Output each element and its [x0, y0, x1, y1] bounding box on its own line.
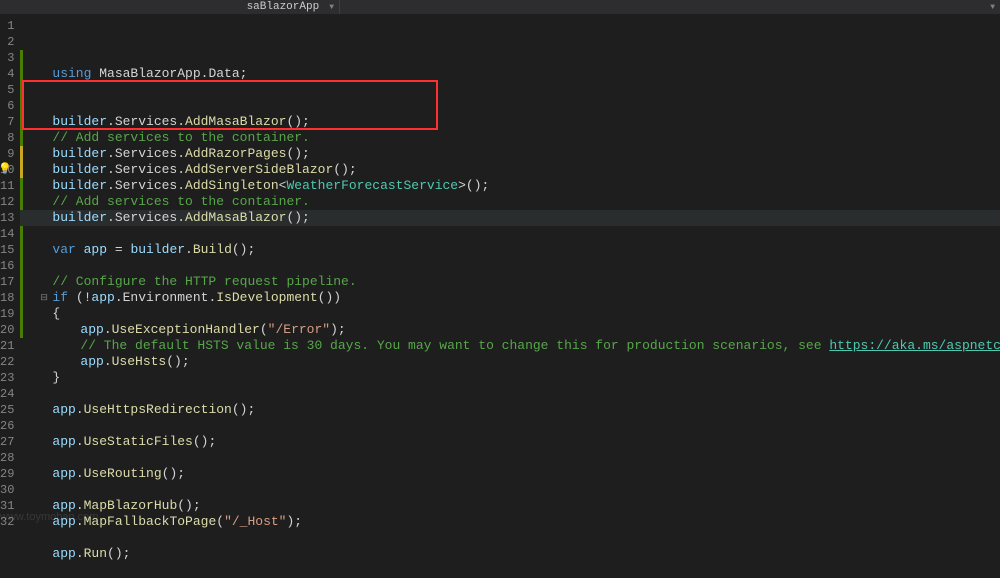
line-number: 18 [0, 290, 14, 306]
line-number: 16 [0, 258, 14, 274]
line-number: 20 [0, 322, 14, 338]
line-number: 27 [0, 434, 14, 450]
line-number: 28 [0, 450, 14, 466]
code-line[interactable]: // Configure the HTTP request pipeline. [20, 274, 1000, 290]
code-line[interactable]: builder.Services.AddMasaBlazor(); [20, 114, 1000, 130]
context-dropdown-right[interactable]: ▼ [340, 0, 1000, 14]
code-line[interactable] [20, 562, 1000, 578]
code-line[interactable] [20, 82, 1000, 98]
editor[interactable]: 12345678910💡1112131415161718192021222324… [0, 14, 1000, 525]
code-line[interactable] [20, 450, 1000, 466]
code-line[interactable]: builder.Services.AddMasaBlazor(); [20, 210, 1000, 226]
line-number: 23 [0, 370, 14, 386]
lightbulb-icon[interactable]: 💡 [0, 162, 12, 178]
code-line[interactable]: var app = builder.Build(); [20, 242, 1000, 258]
code-line[interactable]: // Add services to the container. [20, 194, 1000, 210]
line-number: 11 [0, 178, 14, 194]
line-number: 10💡 [0, 162, 14, 178]
line-number: 30 [0, 482, 14, 498]
line-number: 1 [0, 18, 14, 34]
code-line[interactable]: } [20, 370, 1000, 386]
line-number: 7 [0, 114, 14, 130]
line-number: 21 [0, 338, 14, 354]
code-line[interactable] [20, 482, 1000, 498]
code-line[interactable]: builder.Services.AddSingleton<WeatherFor… [20, 178, 1000, 194]
code-line[interactable]: app.Run(); [20, 546, 1000, 562]
code-line[interactable]: builder.Services.AddServerSideBlazor(); [20, 162, 1000, 178]
code-line[interactable] [20, 226, 1000, 242]
line-number: 2 [0, 34, 14, 50]
context-dropdown-left[interactable]: saBlazorApp ▼ [0, 0, 340, 14]
code-line[interactable]: using MasaBlazorApp.Data; [20, 66, 1000, 82]
line-number: 13 [0, 210, 14, 226]
line-number: 26 [0, 418, 14, 434]
chevron-down-icon: ▼ [329, 3, 339, 12]
code-line[interactable]: app.MapBlazorHub(); [20, 498, 1000, 514]
code-line[interactable]: // Add services to the container. [20, 130, 1000, 146]
code-line[interactable] [20, 258, 1000, 274]
line-number: 8 [0, 130, 14, 146]
line-number: 19 [0, 306, 14, 322]
line-number: 24 [0, 386, 14, 402]
line-number: 5 [0, 82, 14, 98]
line-number-gutter: 12345678910💡1112131415161718192021222324… [0, 14, 20, 525]
code-line[interactable]: app.UseHttpsRedirection(); [20, 402, 1000, 418]
code-line[interactable]: { [20, 306, 1000, 322]
code-line[interactable]: builder.Services.AddRazorPages(); [20, 146, 1000, 162]
line-number: 25 [0, 402, 14, 418]
watermark: www.toymoban.com [0, 511, 98, 523]
code-line[interactable]: ⊟if (!app.Environment.IsDevelopment()) [20, 290, 1000, 306]
code-line[interactable] [20, 98, 1000, 114]
code-line[interactable]: app.MapFallbackToPage("/_Host"); [20, 514, 1000, 530]
code-line[interactable] [20, 386, 1000, 402]
tab-bar: saBlazorApp ▼ ▼ [0, 0, 1000, 14]
fold-icon[interactable]: ⊟ [40, 290, 48, 306]
code-line[interactable] [20, 418, 1000, 434]
code-line[interactable]: // The default HSTS value is 30 days. Yo… [20, 338, 1000, 354]
line-number: 17 [0, 274, 14, 290]
tab-title: saBlazorApp [237, 0, 330, 14]
line-number: 12 [0, 194, 14, 210]
line-number: 9 [0, 146, 14, 162]
code-line[interactable]: app.UseExceptionHandler("/Error"); [20, 322, 1000, 338]
line-number: 15 [0, 242, 14, 258]
code-line[interactable]: app.UseRouting(); [20, 466, 1000, 482]
chevron-down-icon: ▼ [990, 3, 1000, 12]
line-number: 3 [0, 50, 14, 66]
line-number: 6 [0, 98, 14, 114]
code-area[interactable]: using MasaBlazorApp.Data; builder.Service… [20, 14, 1000, 525]
code-line[interactable]: app.UseStaticFiles(); [20, 434, 1000, 450]
code-line[interactable] [20, 530, 1000, 546]
line-number: 14 [0, 226, 14, 242]
line-number: 22 [0, 354, 14, 370]
hsts-link[interactable]: https://aka.ms/aspnetcore-hsts [829, 338, 1000, 353]
line-number: 29 [0, 466, 14, 482]
code-line[interactable]: app.UseHsts(); [20, 354, 1000, 370]
line-number: 4 [0, 66, 14, 82]
